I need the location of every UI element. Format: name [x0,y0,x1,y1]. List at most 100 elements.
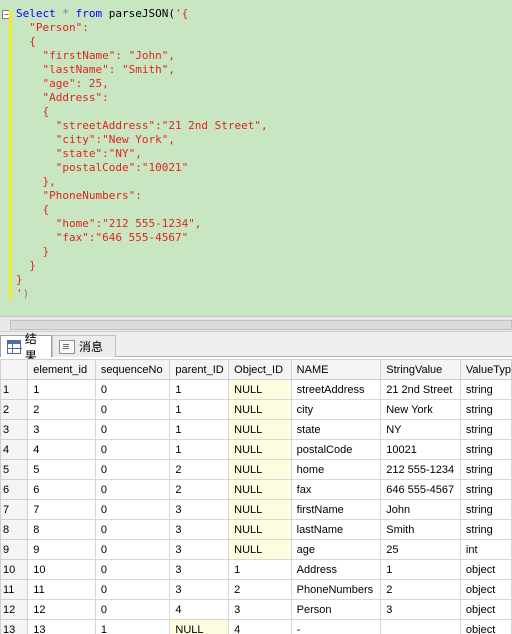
table-cell[interactable]: 1 [380,559,461,580]
table-cell[interactable]: 3 [380,599,461,620]
table-row[interactable]: 3 3 0 1 NULL state NY string [0,419,512,440]
sql-code[interactable]: Select * from parseJSON('{ "Person": { "… [16,7,268,301]
row-number[interactable]: 13 [0,619,29,634]
table-cell[interactable]: NULL [228,519,292,540]
table-cell[interactable]: NULL [228,479,292,500]
table-cell[interactable]: 1 [169,439,230,460]
scrollbar-thumb[interactable] [10,320,512,330]
table-cell[interactable]: object [459,619,512,634]
table-cell[interactable]: 5 [27,459,96,480]
table-cell[interactable]: 9 [27,539,96,560]
table-cell[interactable]: 2 [228,579,292,600]
table-cell[interactable]: PhoneNumbers [290,579,382,600]
row-number[interactable]: 2 [0,399,29,420]
table-row[interactable]: 12 12 0 4 3 Person 3 object [0,599,512,620]
table-cell[interactable]: 2 [169,459,230,480]
table-cell[interactable]: 0 [94,379,171,400]
table-cell[interactable]: home [290,459,382,480]
table-cell[interactable]: string [459,439,512,460]
table-cell[interactable]: 1 [27,379,96,400]
results-grid[interactable]: element_id sequenceNo parent_ID Object_ID NA… [0,359,512,634]
table-cell[interactable]: 0 [94,439,171,460]
table-cell[interactable]: Person [290,599,382,620]
table-cell[interactable]: - [290,619,382,634]
column-header[interactable]: element_id [27,359,96,380]
table-cell[interactable]: NULL [228,539,292,560]
table-cell[interactable]: NULL [228,499,292,520]
table-cell[interactable]: 0 [94,599,171,620]
table-cell[interactable]: 4 [27,439,96,460]
table-row[interactable]: 2 2 0 1 NULL city New York string [0,399,512,420]
table-cell[interactable]: 8 [27,519,96,540]
table-cell[interactable]: string [459,419,512,440]
table-cell[interactable]: 7 [27,499,96,520]
table-cell[interactable]: 1 [169,399,230,420]
tab-messages[interactable]: 消息 [52,335,116,357]
table-cell[interactable]: 25 [380,539,461,560]
table-cell[interactable]: 1 [169,379,230,400]
table-cell[interactable]: NULL [228,399,292,420]
column-header[interactable]: ValueTyp [459,359,512,380]
column-header[interactable]: parent_ID [169,359,230,380]
column-header[interactable]: Object_ID [228,359,292,380]
row-number[interactable]: 8 [0,519,29,540]
tab-results[interactable]: 结果 [0,332,52,363]
table-cell[interactable]: 3 [228,599,292,620]
column-header[interactable]: StringValue [380,359,461,380]
table-cell[interactable]: string [459,479,512,500]
table-cell[interactable]: state [290,419,382,440]
row-number[interactable]: 1 [0,379,29,400]
table-cell[interactable]: New York [380,399,461,420]
table-cell[interactable]: 3 [169,519,230,540]
table-row[interactable]: 4 4 0 1 NULL postalCode 10021 string [0,439,512,460]
table-cell[interactable]: string [459,519,512,540]
table-cell[interactable]: string [459,499,512,520]
table-cell[interactable]: 0 [94,459,171,480]
query-editor[interactable]: − Select * from parseJSON('{ "Person": {… [0,0,512,316]
table-cell[interactable]: NULL [228,439,292,460]
table-cell[interactable]: 0 [94,539,171,560]
table-cell[interactable]: NULL [169,619,230,634]
table-cell[interactable]: age [290,539,382,560]
table-cell[interactable]: NULL [228,419,292,440]
table-row[interactable]: 10 10 0 3 1 Address 1 object [0,559,512,580]
table-row[interactable]: 7 7 0 3 NULL firstName John string [0,499,512,520]
table-cell[interactable]: NULL [228,459,292,480]
row-number[interactable]: 11 [0,579,29,600]
table-cell[interactable]: object [459,599,512,620]
table-cell[interactable]: Address [290,559,382,580]
table-cell[interactable]: firstName [290,499,382,520]
table-cell[interactable]: 0 [94,559,171,580]
table-cell[interactable]: fax [290,479,382,500]
table-cell[interactable]: string [459,399,512,420]
row-number-header[interactable] [0,359,29,380]
table-cell[interactable]: postalCode [290,439,382,460]
column-header[interactable]: NAME [290,359,382,380]
table-cell[interactable]: 4 [228,619,292,634]
table-cell[interactable]: 1 [228,559,292,580]
row-number[interactable]: 12 [0,599,29,620]
row-number[interactable]: 9 [0,539,29,560]
table-cell[interactable]: Smith [380,519,461,540]
table-cell[interactable] [380,619,461,634]
table-cell[interactable]: int [459,539,512,560]
table-cell[interactable]: 1 [94,619,171,634]
table-cell[interactable]: 3 [169,579,230,600]
table-cell[interactable]: 0 [94,479,171,500]
table-cell[interactable]: John [380,499,461,520]
table-cell[interactable]: 0 [94,519,171,540]
table-cell[interactable]: 2 [380,579,461,600]
table-cell[interactable]: 3 [169,559,230,580]
table-cell[interactable]: streetAddress [290,379,382,400]
table-cell[interactable]: 646 555-4567 [380,479,461,500]
table-cell[interactable]: 0 [94,399,171,420]
table-cell[interactable]: 2 [169,479,230,500]
table-cell[interactable]: NY [380,419,461,440]
table-row[interactable]: 6 6 0 2 NULL fax 646 555-4567 string [0,479,512,500]
row-number[interactable]: 7 [0,499,29,520]
table-row[interactable]: 1 1 0 1 NULL streetAddress 21 2nd Street string [0,379,512,400]
row-number[interactable]: 4 [0,439,29,460]
table-cell[interactable]: 10 [27,559,96,580]
row-number[interactable]: 3 [0,419,29,440]
table-row[interactable]: 9 9 0 3 NULL age 25 int [0,539,512,560]
